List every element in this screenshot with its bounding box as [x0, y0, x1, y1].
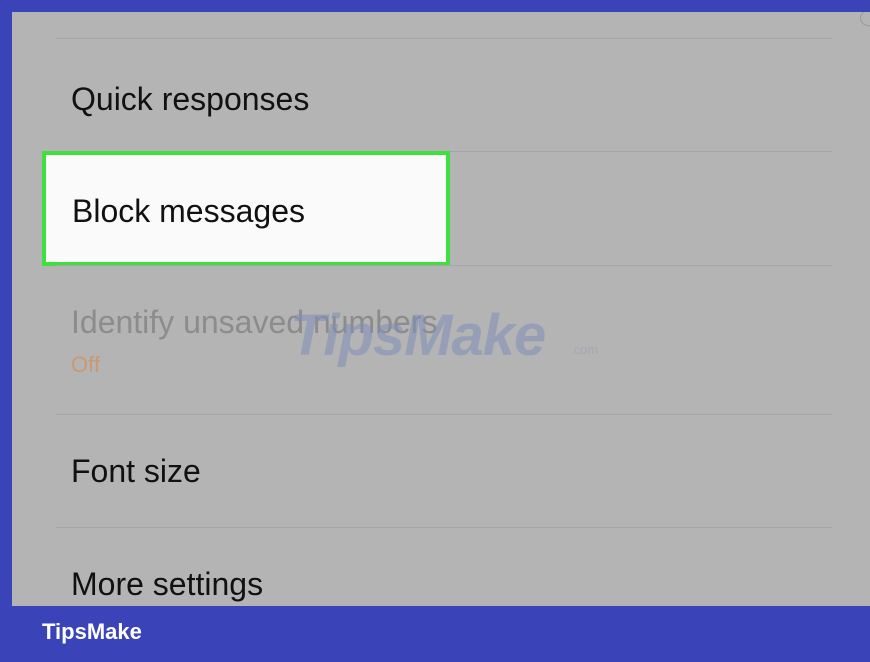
screen-corner-decoration [860, 12, 870, 26]
watermark-suffix: .com [570, 342, 599, 357]
settings-item-block-messages[interactable]: Block messages [42, 151, 450, 266]
settings-item-more-settings[interactable]: More settings [12, 528, 870, 606]
settings-item-label: Quick responses [71, 81, 310, 117]
footer-brand: TipsMake [42, 619, 142, 644]
settings-item-status: Off [71, 352, 100, 377]
settings-item-label: Font size [71, 453, 201, 489]
settings-screen: Quick responses Block messages Identify … [12, 12, 870, 606]
settings-item-font-size[interactable]: Font size [12, 415, 870, 527]
footer-bar: TipsMake [0, 606, 870, 662]
settings-item-label: Block messages [72, 193, 305, 229]
watermark-logo: TipsMake [290, 303, 546, 368]
settings-item-quick-responses[interactable]: Quick responses [12, 39, 870, 151]
settings-item-label: More settings [71, 566, 264, 602]
